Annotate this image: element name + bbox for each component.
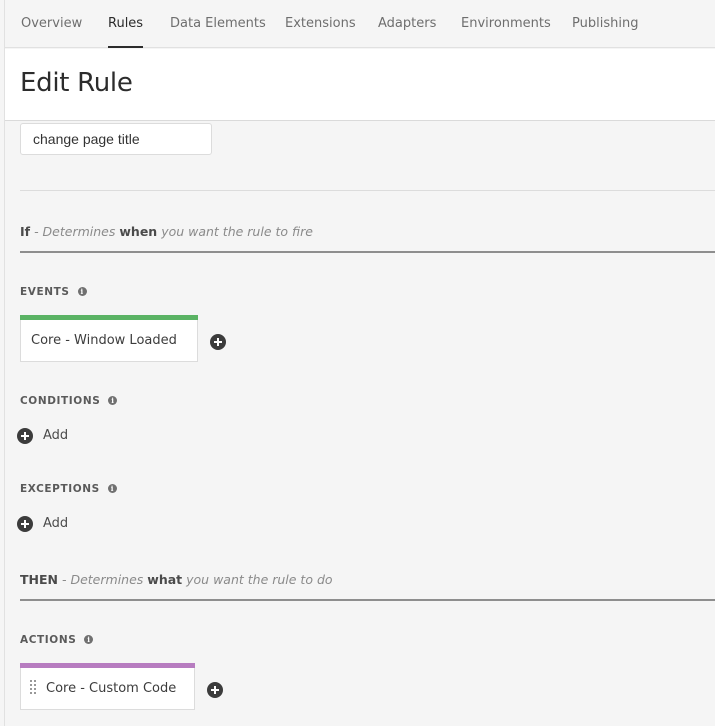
if-desc-post: you want the rule to fire [161, 224, 313, 239]
add-exception-label: Add [43, 516, 69, 531]
event-card-color-bar [20, 315, 198, 320]
if-desc-pre: - Determines [34, 224, 116, 239]
exceptions-label-text: EXCEPTIONS [20, 483, 100, 495]
info-icon[interactable]: i [107, 484, 117, 493]
info-icon[interactable]: i [108, 396, 118, 405]
event-card[interactable]: Core - Window Loaded [20, 315, 198, 362]
then-section-rule [20, 599, 715, 601]
tab-overview[interactable]: Overview [21, 0, 82, 48]
events-label: EVENTS i [20, 286, 87, 298]
plus-circle-icon [17, 516, 33, 532]
then-desc-post: you want the rule to do [186, 572, 333, 587]
tab-data-elements[interactable]: Data Elements [170, 0, 266, 48]
if-desc-bold: when [119, 224, 158, 239]
info-icon[interactable]: i [84, 635, 94, 644]
divider [20, 190, 715, 191]
add-event-icon[interactable] [210, 334, 226, 350]
tab-rules[interactable]: Rules [108, 0, 144, 48]
if-keyword: If [20, 224, 31, 239]
action-card-color-bar [20, 663, 195, 668]
event-card-label: Core - Window Loaded [31, 333, 177, 348]
rule-name-input[interactable] [20, 123, 212, 155]
add-action-icon[interactable] [207, 682, 223, 698]
actions-label-text: ACTIONS [20, 634, 77, 646]
then-keyword: THEN [20, 572, 58, 587]
add-condition-label: Add [43, 428, 69, 443]
info-icon[interactable]: i [77, 287, 87, 296]
then-section-heading: THEN - Determines what you want the rule… [20, 572, 333, 587]
action-card-label: Core - Custom Code [46, 681, 177, 696]
top-nav: Overview Rules Data Elements Extensions … [5, 0, 715, 48]
if-section-rule [20, 251, 715, 253]
plus-circle-icon [17, 428, 33, 444]
conditions-label-text: CONDITIONS [20, 395, 101, 407]
if-section-heading: If - Determines when you want the rule t… [20, 224, 313, 239]
tab-extensions[interactable]: Extensions [285, 0, 356, 48]
then-desc-bold: what [147, 572, 183, 587]
drag-handle-icon[interactable] [30, 680, 36, 696]
page-title: Edit Rule [20, 68, 133, 98]
title-bar: Edit Rule [5, 49, 715, 121]
exceptions-label: EXCEPTIONS i [20, 483, 117, 495]
then-desc-pre: - Determines [61, 572, 144, 587]
conditions-label: CONDITIONS i [20, 395, 118, 407]
events-label-text: EVENTS [20, 286, 70, 298]
tab-publishing[interactable]: Publishing [572, 0, 638, 48]
tab-adapters[interactable]: Adapters [378, 0, 436, 48]
actions-label: ACTIONS i [20, 634, 94, 646]
tab-environments[interactable]: Environments [461, 0, 551, 48]
action-card[interactable]: Core - Custom Code [20, 663, 195, 710]
